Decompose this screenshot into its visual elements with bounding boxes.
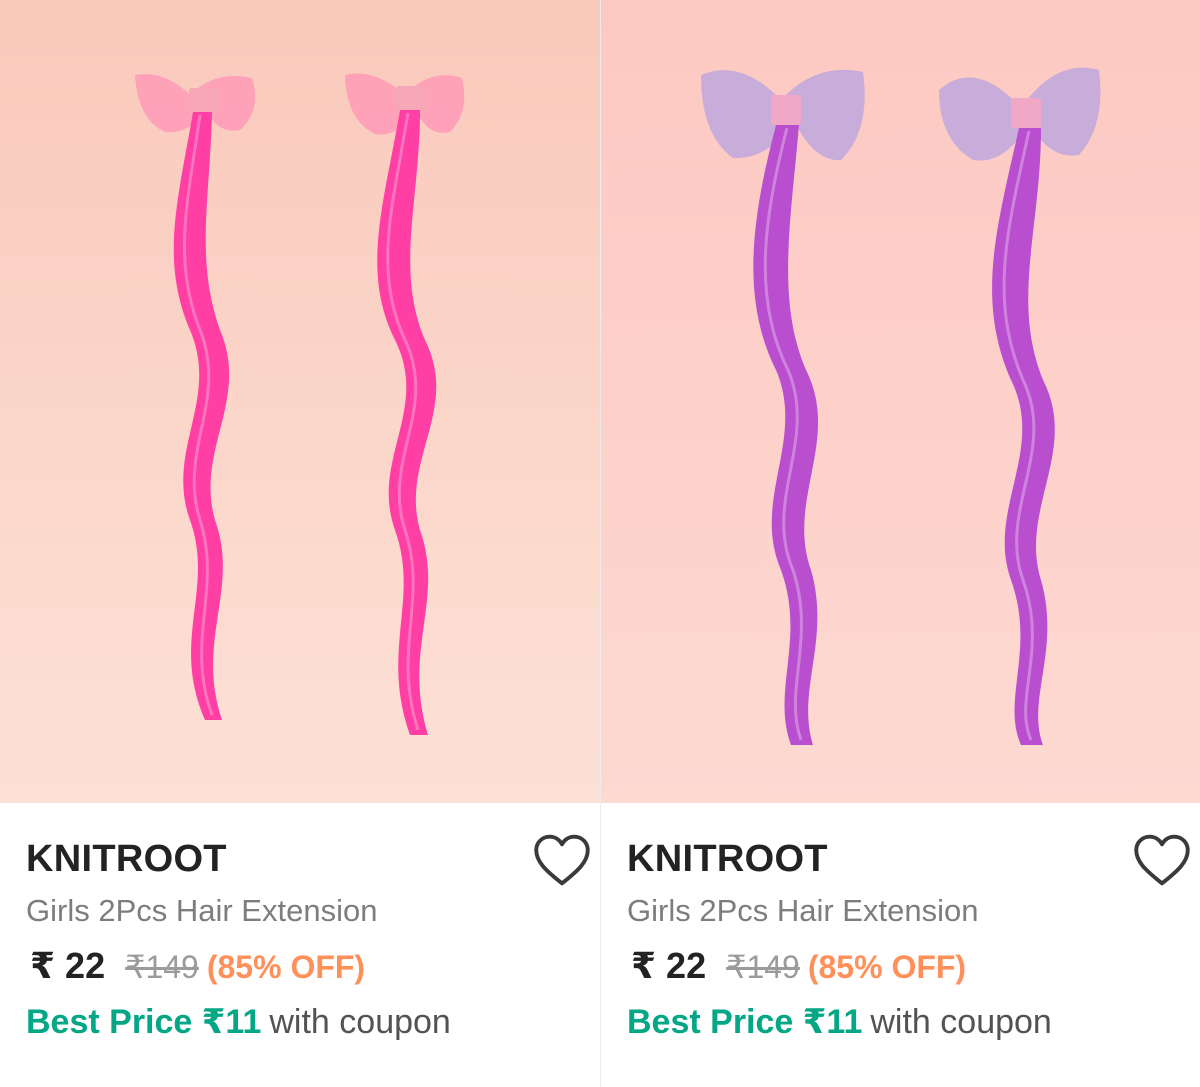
selling-price: ₹ 22 — [30, 945, 106, 986]
original-price: ₹149 — [726, 949, 800, 985]
best-price-row: Best Price ₹11 with coupon — [26, 1002, 451, 1042]
selling-price: ₹ 22 — [631, 945, 707, 986]
best-price-label: Best Price ₹11 — [627, 1003, 863, 1041]
heart-outline-icon — [534, 834, 590, 886]
best-price-label: Best Price ₹11 — [26, 1003, 262, 1041]
product-title: Girls 2Pcs Hair Extension — [26, 893, 378, 928]
best-price-row: Best Price ₹11 with coupon — [627, 1002, 1052, 1042]
heart-outline-icon — [1134, 834, 1190, 886]
wishlist-button[interactable] — [530, 830, 594, 890]
best-price-suffix: with coupon — [870, 1003, 1052, 1041]
product-card[interactable]: KNITROOT Girls 2Pcs Hair Extension ₹ 22 … — [0, 0, 600, 1087]
price-row: ₹ 22 ₹149 (85% OFF) — [631, 945, 966, 987]
best-price-suffix: with coupon — [269, 1003, 451, 1041]
product-card[interactable]: KNITROOT Girls 2Pcs Hair Extension ₹ 22 … — [600, 0, 1200, 1087]
wishlist-button[interactable] — [1130, 830, 1194, 890]
discount-percent: (85% OFF) — [807, 949, 967, 985]
price-row: ₹ 22 ₹149 (85% OFF) — [30, 945, 365, 987]
discount-percent: (85% OFF) — [206, 949, 366, 985]
product-grid: KNITROOT Girls 2Pcs Hair Extension ₹ 22 … — [0, 0, 1200, 1087]
product-title: Girls 2Pcs Hair Extension — [627, 893, 979, 928]
product-image[interactable] — [0, 0, 600, 803]
product-brand: KNITROOT — [26, 838, 227, 880]
original-price: ₹149 — [125, 949, 199, 985]
product-image[interactable] — [601, 0, 1200, 803]
product-brand: KNITROOT — [627, 838, 828, 880]
